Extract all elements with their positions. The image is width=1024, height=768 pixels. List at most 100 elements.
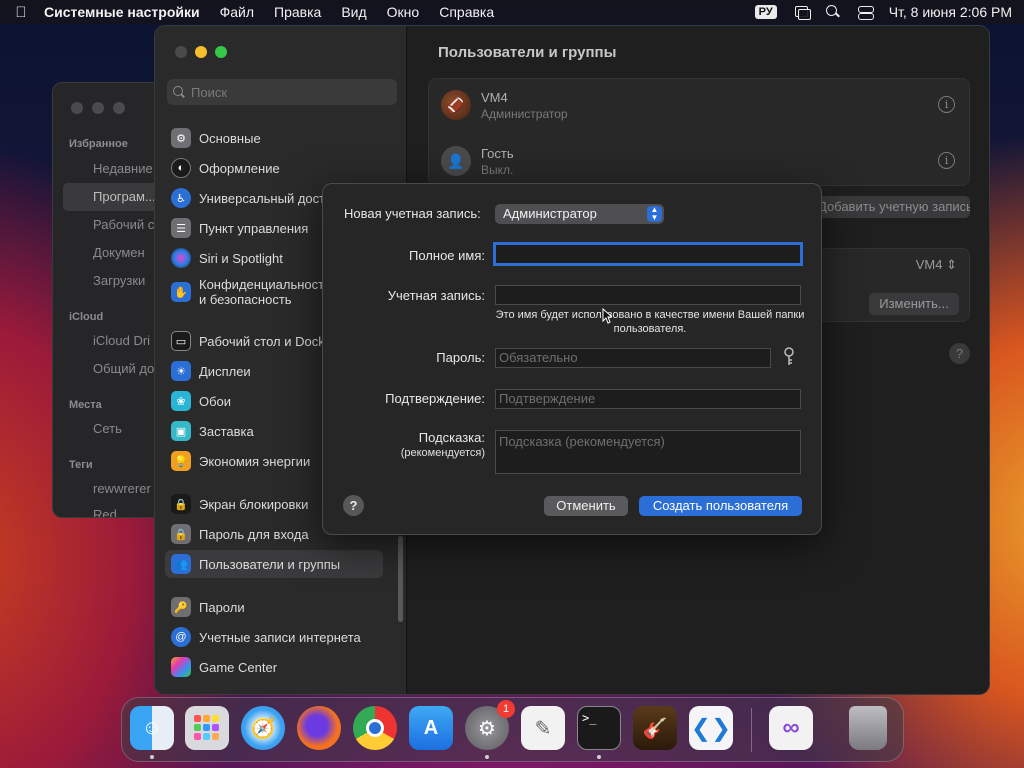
zoom-button[interactable] [215,46,227,58]
verify-label: Подтверждение: [385,391,485,406]
finder-item-recent[interactable]: Недавние [93,161,153,176]
finder-icon[interactable]: ☺ [130,706,174,750]
sidebar-item-label: Game Center [199,659,278,675]
finder-item-tag[interactable]: rewwrerer [93,481,151,496]
finder-item-apps[interactable]: Програм... [63,183,161,211]
chevron-updown-icon: ⇕ [946,257,957,272]
visual-studio-icon[interactable]: ∞ [769,706,813,750]
finder-item-documents[interactable]: Докумен [93,245,145,260]
users-icon: 👥 [171,554,191,574]
mouse-cursor-icon [602,308,612,324]
account-type-popup[interactable]: Администратор ▲ ▼ [495,204,664,224]
change-button[interactable]: Изменить... [869,293,959,315]
menu-clock[interactable]: Чт, 8 июня 2:06 PM [889,4,1012,20]
users-list: 🏈 VM4 Администратор i 👤 Гость Выкл. i [428,78,970,186]
sidebar-item-label: Рабочий стол и Dock [199,333,325,349]
password-field[interactable]: Обязательно [495,348,771,368]
user-row[interactable]: 🏈 VM4 Администратор i [441,85,961,125]
dock-icon: ▭ [171,331,191,351]
info-icon[interactable]: i [938,96,955,113]
finder-item-icloud-drive[interactable]: iCloud Dri [93,333,150,348]
sidebar-item-label: Оформление [199,160,280,176]
sidebar-item-label: Пароль для входа [199,526,309,542]
sidebar-item-label: Универсальный доступ [199,190,339,206]
key-icon[interactable] [782,347,796,367]
menu-edit[interactable]: Правка [274,4,321,20]
trash-icon[interactable] [849,706,887,750]
finder-section-icloud: iCloud [69,311,104,323]
search-placeholder: Поиск [191,84,228,100]
account-type-label: Новая учетная запись: [344,206,481,221]
lock-icon: 🔒 [171,494,191,514]
account-name-field[interactable] [495,285,801,305]
sidebar-item-game-center[interactable]: Game Center [165,653,383,681]
running-indicator [150,755,154,759]
create-user-button[interactable]: Создать пользователя [639,496,802,516]
sidebar-item-appearance[interactable]: ◐ Оформление [165,154,383,182]
full-name-label: Полное имя: [409,248,485,263]
finder-zoom-button[interactable] [113,102,125,114]
finder-section-favorites: Избранное [69,138,128,150]
menu-window[interactable]: Окно [387,4,420,20]
cancel-button[interactable]: Отменить [544,496,628,516]
screen-mirroring-icon[interactable] [793,5,811,20]
guest-avatar-icon: 👤 [441,146,471,176]
dock: ☺ 🧭 A ⚙ 1 ✎ >_ 🎸 ❮❯ ∞ [121,697,904,762]
firefox-icon[interactable] [297,706,341,750]
finder-item-downloads[interactable]: Загрузки [93,273,145,288]
input-source-badge[interactable]: РУ [754,5,777,19]
safari-icon[interactable]: 🧭 [241,706,285,750]
help-button[interactable]: ? [949,343,970,364]
wallpaper-icon: ❀ [171,391,191,411]
menu-view[interactable]: Вид [341,4,366,20]
menu-file[interactable]: Файл [220,4,254,20]
sidebar-scrollbar[interactable] [398,536,403,622]
launchpad-icon[interactable] [185,706,229,750]
finder-minimize-button[interactable] [92,102,104,114]
finder-window[interactable]: Избранное Недавние Програм... Рабочий с … [52,82,162,518]
terminal-icon[interactable]: >_ [577,706,621,750]
control-center-icon[interactable] [857,5,874,20]
user-name: Гость [481,145,514,161]
app-store-icon[interactable]: A [409,706,453,750]
finder-item-shared[interactable]: Общий до [93,361,154,376]
sidebar-item-passwords[interactable]: 🔑 Пароли [165,593,383,621]
finder-section-places: Места [69,399,102,411]
info-icon[interactable]: i [938,152,955,169]
lightbulb-icon: 💡 [171,451,191,471]
finder-item-tag[interactable]: Red [93,507,117,517]
chrome-icon[interactable] [353,706,397,750]
full-name-field[interactable] [493,242,803,266]
garageband-icon[interactable]: 🎸 [633,706,677,750]
menu-app-name[interactable]: Системные настройки [44,4,200,20]
help-button[interactable]: ? [343,495,364,516]
finder-item-desktop[interactable]: Рабочий с [93,217,154,232]
spotlight-search-icon[interactable] [825,5,841,19]
key-icon: 🔑 [171,597,191,617]
close-button[interactable] [175,46,187,58]
textedit-icon[interactable]: ✎ [521,706,565,750]
add-account-button[interactable]: Добавить учетную запись... [810,196,970,218]
sidebar-item-users-groups[interactable]: 👥 Пользователи и группы [165,550,383,578]
finder-close-button[interactable] [71,102,83,114]
menu-bar:  Системные настройки Файл Правка Вид Ок… [0,0,1024,24]
minimize-button[interactable] [195,46,207,58]
system-settings-icon[interactable]: ⚙ 1 [465,700,515,750]
apple-menu-icon[interactable]:  [12,4,30,21]
menu-help[interactable]: Справка [439,4,494,20]
verify-field[interactable]: Подтверждение [495,389,801,409]
sidebar-item-general[interactable]: ⚙ Основные [165,124,383,152]
user-row[interactable]: 👤 Гость Выкл. i [441,141,961,181]
gear-icon: ⚙ [171,128,191,148]
hint-field[interactable]: Подсказка (рекомендуется) [495,430,801,474]
sidebar-item-internet-accounts[interactable]: @ Учетные записи интернета [165,623,383,651]
screensaver-icon: ▣ [171,421,191,441]
auto-login-select[interactable]: VM4 ⇕ [916,257,957,273]
window-controls [175,46,227,58]
sidebar-item-label: Учетные записи интернета [199,629,361,645]
sidebar-item-label: Дисплеи [199,363,251,379]
new-account-dialog: Новая учетная запись: Администратор ▲ ▼ П… [322,183,822,535]
vscode-icon[interactable]: ❮❯ [689,706,733,750]
sidebar-search-input[interactable]: Поиск [167,79,397,105]
finder-item-network[interactable]: Сеть [93,421,122,436]
